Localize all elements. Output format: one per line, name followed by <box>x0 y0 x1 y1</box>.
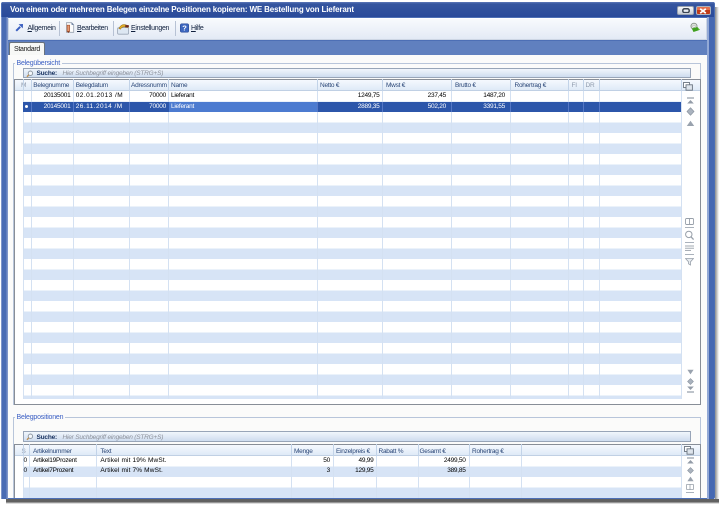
svg-text:?: ? <box>182 23 187 32</box>
